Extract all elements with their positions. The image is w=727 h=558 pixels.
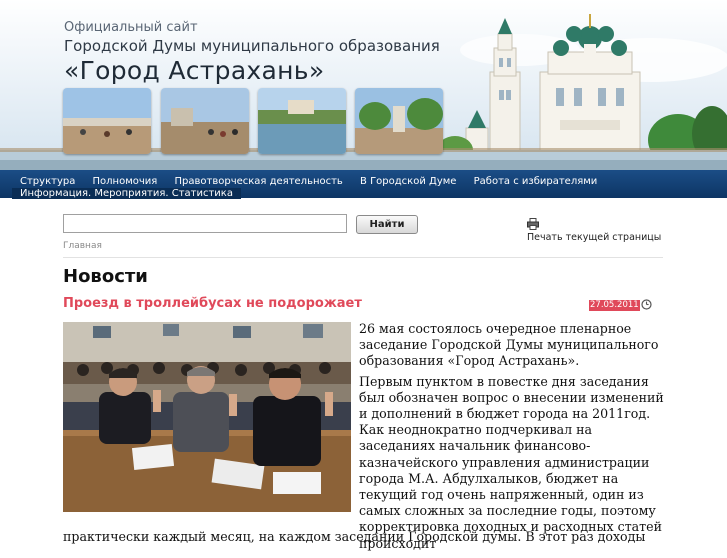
article-paragraph: Первым пунктом в повестке дня заседания … bbox=[359, 373, 664, 551]
article-paragraph-continuation: практически каждый месяц, на каждом засе… bbox=[63, 529, 646, 544]
printer-icon bbox=[527, 218, 539, 230]
nav-item-lawmaking[interactable]: Правотворческая деятельность bbox=[175, 176, 343, 187]
header-photo-river bbox=[258, 88, 346, 154]
print-page-label: Печать текущей страницы bbox=[527, 232, 662, 243]
header-photo-embankment bbox=[63, 88, 151, 154]
nav-item-in-city-duma[interactable]: В Городской Думе bbox=[360, 176, 456, 187]
article-title[interactable]: Проезд в троллейбусах не подорожает bbox=[63, 296, 362, 311]
clock-icon bbox=[641, 299, 652, 310]
header-photo-square bbox=[161, 88, 249, 154]
site-subtitle-small: Официальный сайт bbox=[64, 20, 198, 35]
article-paragraph: 26 мая состоялось очередное пленарное за… bbox=[359, 321, 659, 369]
article-body: 26 мая состоялось очередное пленарное за… bbox=[359, 321, 664, 558]
article-date: 27.05.2011 bbox=[589, 300, 640, 311]
search-button[interactable]: Найти bbox=[356, 215, 418, 234]
nav-item-structure[interactable]: Структура bbox=[20, 176, 75, 187]
site-subtitle-mid: Городской Думы муниципального образовани… bbox=[64, 37, 440, 55]
breadcrumb-home[interactable]: Главная bbox=[63, 241, 102, 251]
nav-item-powers[interactable]: Полномочия bbox=[93, 176, 158, 187]
site-title: «Город Астрахань» bbox=[64, 56, 325, 85]
search-input[interactable] bbox=[63, 214, 347, 233]
nav-item-voters[interactable]: Работа с избирателями bbox=[474, 176, 598, 187]
main-navigation: Структура Полномочия Правотворческая дея… bbox=[0, 170, 727, 199]
site-header: Официальный сайт Городской Думы муниципа… bbox=[0, 0, 727, 170]
page-title: Новости bbox=[63, 266, 148, 287]
nav-item-information[interactable]: Информация. Мероприятия. Статистика bbox=[12, 188, 241, 199]
header-photo-fountain bbox=[355, 88, 443, 154]
divider bbox=[63, 257, 663, 258]
article-photo-session bbox=[63, 322, 351, 512]
